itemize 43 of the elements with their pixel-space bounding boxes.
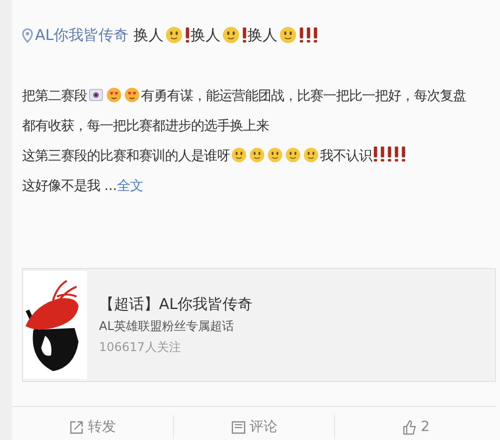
- exclamation-icon: [306, 26, 311, 44]
- repost-button[interactable]: 转发: [12, 415, 174, 439]
- topic-link[interactable]: AL你我皆传奇: [22, 26, 129, 44]
- location-icon: [22, 28, 33, 42]
- post-text: 把第二赛段: [22, 89, 87, 104]
- exclamation-icon: [373, 145, 378, 163]
- exclamation-icon: [298, 26, 304, 44]
- exclamation-icon: [312, 26, 318, 44]
- post-text: 这第三赛段的比赛和赛训的人是谁呀: [22, 149, 230, 164]
- smile-emoji-icon: [278, 26, 297, 44]
- exclamation-icon: [242, 26, 247, 44]
- post-text: 这好像不是我 ...: [22, 179, 118, 194]
- post-text: 有勇有谋，能运营能团战，比赛一把比一把好，每次复盘: [141, 89, 466, 104]
- comment-icon: [230, 420, 246, 434]
- full-text-link[interactable]: 全文: [117, 179, 144, 194]
- exclamation-icon: [380, 145, 385, 163]
- post-text: 我不认识: [320, 149, 372, 164]
- topic-title: 【超话】AL你我皆传奇: [99, 294, 253, 314]
- comment-button[interactable]: 评论: [174, 415, 336, 439]
- smile-emoji-icon: [267, 147, 283, 163]
- camera-icon: [88, 87, 104, 103]
- post-text: 都有收获，每一把比赛都进步的选手换上来: [22, 119, 269, 134]
- post-text: 换人: [134, 26, 164, 44]
- exclamation-icon: [184, 26, 190, 44]
- thumbs-up-icon: [402, 420, 417, 434]
- smile-emoji-icon: [231, 147, 247, 163]
- topic-description: AL英雄联盟粉丝专属超话: [99, 318, 235, 334]
- smile-emoji-icon: [164, 26, 183, 44]
- post-text: 换人: [248, 26, 278, 44]
- exclamation-icon: [387, 145, 392, 163]
- like-button[interactable]: 2: [335, 415, 496, 439]
- heart-eyes-emoji-icon: [106, 87, 122, 103]
- topic-card[interactable]: 【超话】AL你我皆传奇 AL英雄联盟粉丝专属超话 106617人关注: [22, 268, 496, 382]
- follower-count: 106617人关注: [99, 338, 182, 356]
- exclamation-icon: [401, 145, 406, 163]
- post-text: 换人: [190, 26, 221, 44]
- exclamation-icon: [394, 145, 399, 163]
- smile-emoji-icon: [222, 26, 240, 44]
- smile-emoji-icon: [285, 147, 301, 163]
- smile-emoji-icon: [303, 147, 319, 163]
- smile-emoji-icon: [249, 147, 265, 163]
- share-icon: [68, 420, 84, 434]
- heart-eyes-emoji-icon: [124, 87, 140, 103]
